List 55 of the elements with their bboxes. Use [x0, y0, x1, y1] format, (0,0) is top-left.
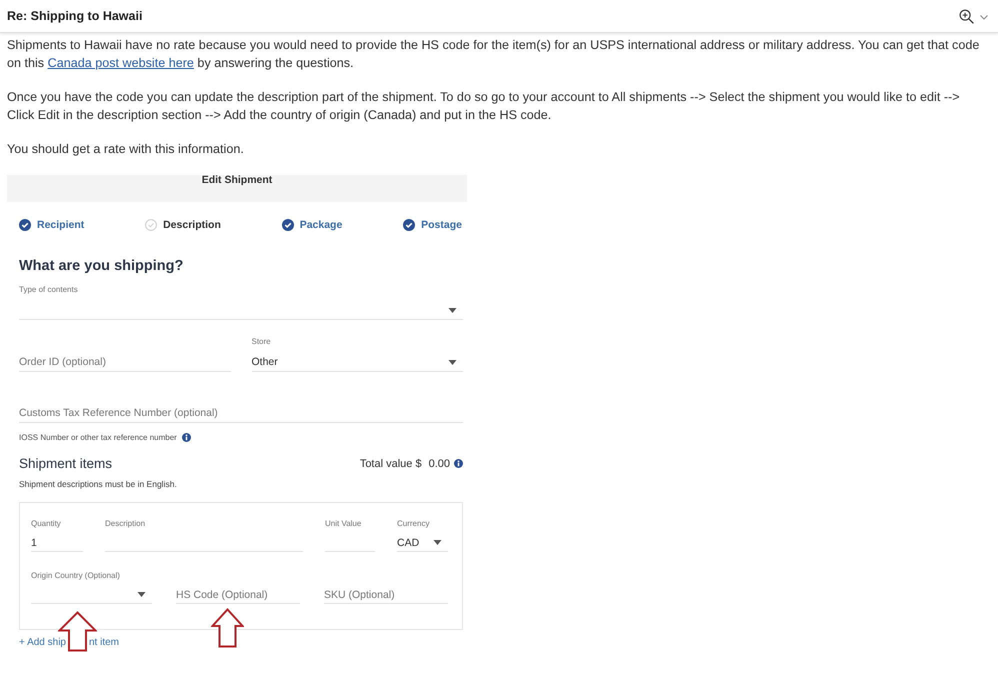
input-field[interactable]: Order ID (optional): [19, 337, 230, 372]
step-tab[interactable]: Recipient: [19, 218, 84, 232]
select-field[interactable]: Origin Country (Optional): [31, 571, 152, 604]
field-label: Description: [105, 519, 146, 528]
zoom-in-icon[interactable]: [959, 8, 974, 24]
total-value: 0.00: [428, 458, 450, 470]
check-circle-icon: [282, 219, 294, 231]
caret-icon: [448, 360, 457, 364]
input-field[interactable]: SKU (Optional): [324, 571, 448, 604]
input-field[interactable]: HS Code (Optional): [176, 571, 300, 604]
select-field[interactable]: Currency CAD: [397, 519, 448, 552]
input-field[interactable]: Description: [105, 519, 303, 552]
message-paragraph: Shipments to Hawaii have no rate because you would need to provide the HS code for the item(s) for an USPS international address or military address. You can get that code on this Canada post website here by answering the questions.: [7, 37, 980, 72]
caret-icon: [448, 308, 457, 312]
section-heading: What are you shipping?: [19, 258, 184, 274]
field-value: 1: [31, 536, 37, 548]
note-text: Shipment descriptions must be in English.: [19, 479, 178, 489]
section-heading: Shipment items: [19, 456, 112, 471]
message-paragraph: Once you have the code you can update the description part of the shipment. To do so go to your account to All shipments --> Select the shipment you would like to edit --> Click Edit in the description section --> Add the country of origin (Canada) and put in the HS code.: [7, 89, 961, 124]
total-label: Total value $: [360, 458, 422, 470]
helper-text: IOSS Number or other tax reference number: [19, 432, 177, 442]
input-field[interactable]: Quantity 1: [31, 519, 83, 552]
up-arrow-annotation: [211, 608, 244, 648]
step-tab[interactable]: Description: [145, 218, 221, 232]
edit-shipment-title: Edit Shipment: [202, 175, 272, 186]
placeholder-text: HS Code (Optional): [176, 588, 268, 600]
caret-icon: [137, 592, 146, 597]
add-item-link[interactable]: + Add ship nt item: [19, 637, 119, 649]
field-label: Type of contents: [19, 285, 78, 294]
placeholder-text: Order ID (optional): [19, 356, 106, 368]
field-value: CAD: [397, 536, 420, 548]
message-paragraph: You should get a rate with this information.: [7, 141, 245, 158]
select-field[interactable]: Store Other: [252, 337, 463, 372]
input-field[interactable]: Customs Tax Reference Number (optional): [19, 388, 463, 423]
placeholder-text: Customs Tax Reference Number (optional): [19, 407, 218, 419]
check-circle-outline-icon: [145, 219, 158, 231]
field-label: Quantity: [31, 519, 61, 528]
info-icon: [182, 432, 191, 442]
select-field[interactable]: Type of contents: [19, 285, 463, 320]
chevron-down-icon[interactable]: [980, 15, 988, 20]
field-label: Unit Value: [325, 519, 362, 528]
field-label: Store: [252, 337, 271, 346]
field-label: Origin Country (Optional): [31, 571, 120, 580]
website-link[interactable]: Canada post website here: [48, 56, 194, 70]
check-circle-icon: [403, 219, 416, 231]
placeholder-text: SKU (Optional): [324, 588, 395, 600]
message-title: Re: Shipping to Hawaii: [7, 9, 142, 23]
step-tab[interactable]: Postage: [403, 218, 462, 232]
info-icon: [454, 459, 463, 468]
field-value: Other: [252, 356, 278, 368]
input-field[interactable]: Unit Value: [325, 519, 375, 552]
field-label: Currency: [397, 519, 430, 528]
step-tab[interactable]: Package: [282, 218, 342, 232]
caret-icon: [433, 540, 442, 545]
check-circle-icon: [19, 219, 31, 231]
